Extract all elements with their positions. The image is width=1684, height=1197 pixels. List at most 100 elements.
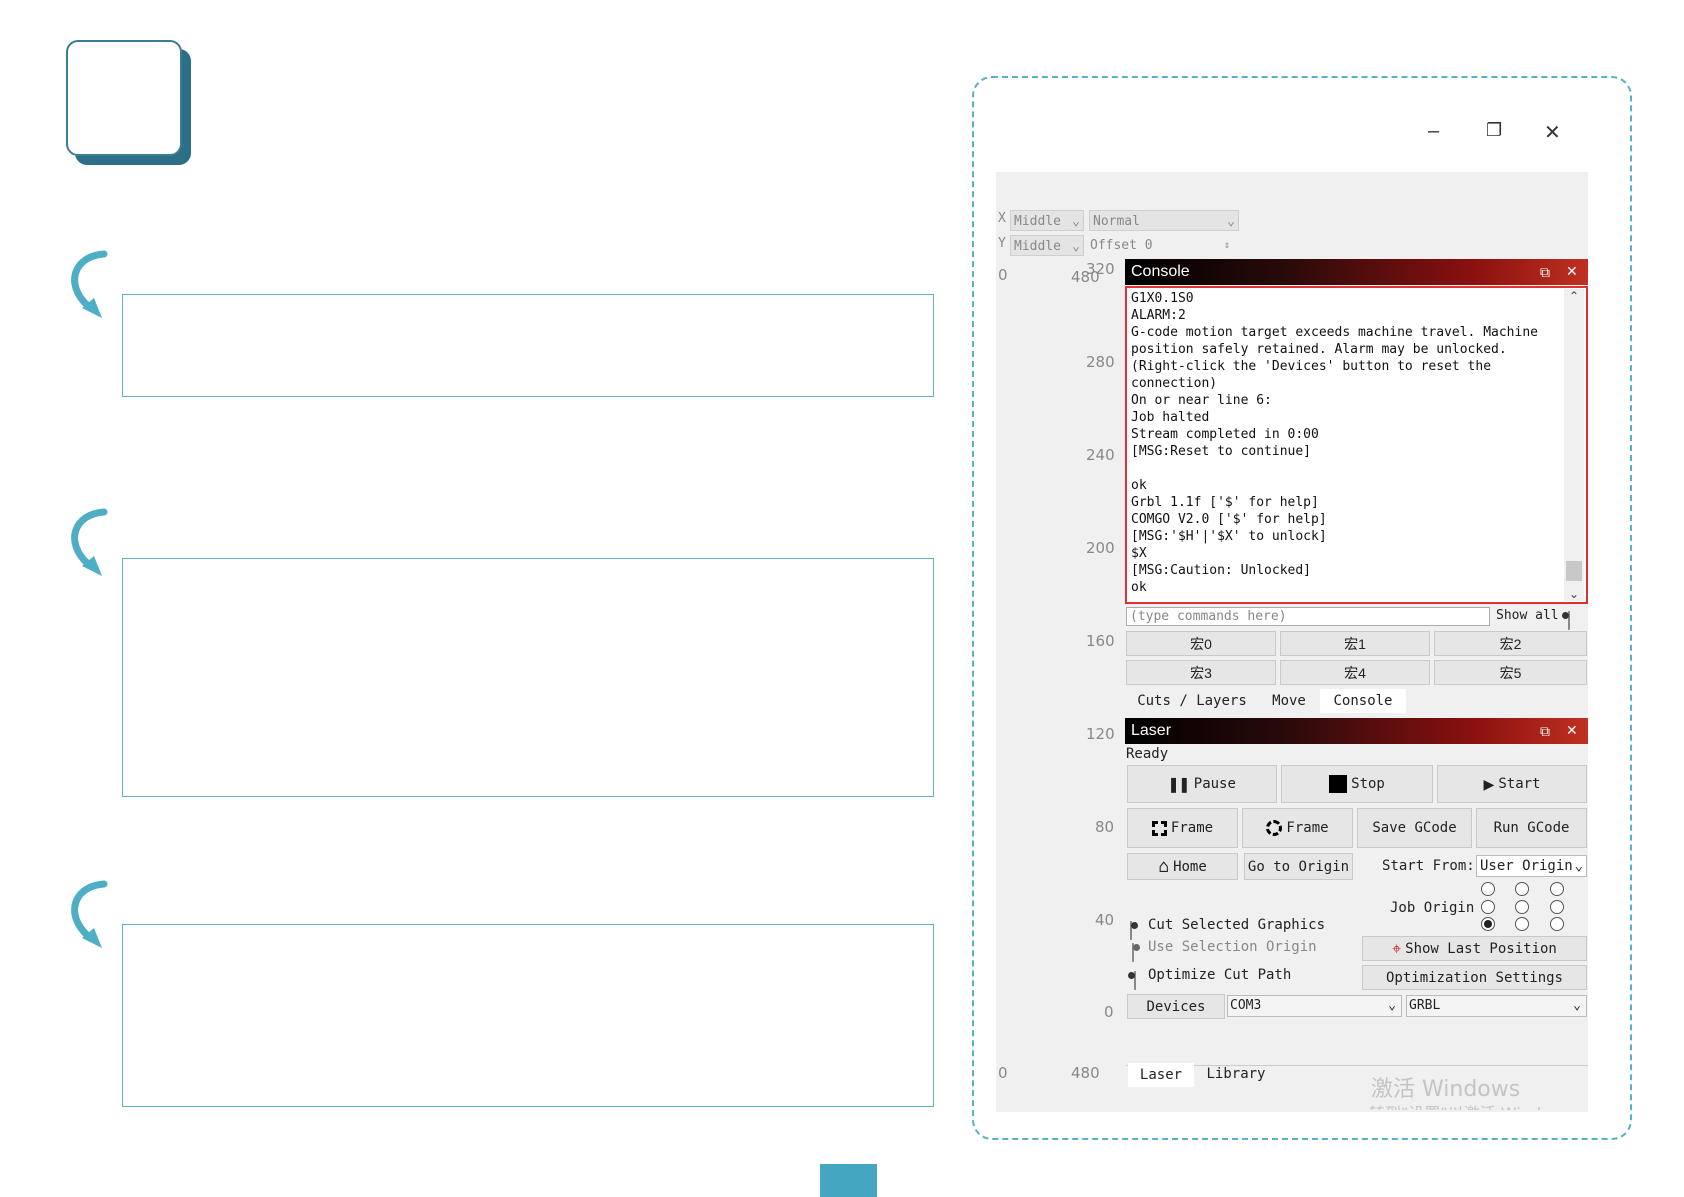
- pause-button[interactable]: ❚❚ Pause: [1127, 765, 1277, 803]
- home-button[interactable]: ⌂ Home: [1127, 853, 1238, 880]
- job-origin-radio[interactable]: [1515, 882, 1529, 896]
- console-line: Stream completed in 0:00: [1131, 427, 1319, 442]
- stop-label: Stop: [1351, 776, 1385, 792]
- y-axis-label: Y: [998, 236, 1006, 251]
- ruler-label: 80: [1095, 818, 1115, 836]
- console-line: Grbl 1.1f ['$' for help]: [1131, 495, 1319, 510]
- run-gcode-button[interactable]: Run GCode: [1476, 808, 1587, 848]
- console-line: (Right-click the 'Devices' button to res…: [1131, 359, 1492, 374]
- minimize-icon[interactable]: –: [1428, 120, 1439, 143]
- console-line: $X: [1131, 546, 1147, 561]
- use-selection-origin-toggle[interactable]: [1132, 943, 1134, 962]
- offset-value: Offset 0: [1090, 238, 1153, 253]
- offset-spinbox[interactable]: Offset 0 ⇕: [1089, 235, 1240, 256]
- console-scrollbar[interactable]: ⌃ ⌄: [1564, 289, 1584, 601]
- console-line: ok: [1131, 580, 1147, 595]
- mode-select[interactable]: Normal ⌄: [1089, 210, 1239, 231]
- tab-console[interactable]: Console: [1320, 689, 1406, 713]
- laser-title-text: Laser: [1131, 722, 1172, 739]
- optimize-cut-path-label: Optimize Cut Path: [1148, 967, 1292, 983]
- job-origin-radio[interactable]: [1481, 882, 1495, 896]
- show-all-toggle[interactable]: [1568, 611, 1570, 630]
- frame-circle-icon: [1266, 820, 1283, 836]
- console-line: COMGO V2.0 ['$' for help]: [1131, 512, 1327, 527]
- laser-panel-title: Laser: [1125, 718, 1588, 744]
- curved-arrow-icon: [71, 880, 108, 948]
- optimization-settings-button[interactable]: Optimization Settings: [1362, 965, 1587, 990]
- job-origin-radio[interactable]: [1481, 900, 1495, 914]
- macro-1-button[interactable]: 宏1: [1280, 631, 1430, 656]
- float-panel-icon[interactable]: ⧉: [1540, 723, 1550, 740]
- show-last-position-button[interactable]: ⌖ Show Last Position: [1362, 936, 1587, 961]
- job-origin-radio-selected[interactable]: [1481, 917, 1495, 931]
- laser-status: Ready: [1126, 746, 1169, 762]
- start-button[interactable]: ▶ Start: [1437, 765, 1587, 803]
- port-value: COM3: [1230, 998, 1262, 1013]
- console-line: G-code motion target exceeds machine tra…: [1131, 325, 1538, 340]
- y-align-select[interactable]: Middle ⌄: [1010, 235, 1084, 256]
- mode-value: Normal: [1093, 214, 1140, 229]
- console-output[interactable]: G1X0.1S0 ALARM:2 G-code motion target exce…: [1125, 286, 1588, 604]
- show-all-label: Show all: [1496, 608, 1559, 623]
- ruler-label: 40: [1095, 911, 1115, 929]
- x-align-select[interactable]: Middle ⌄: [1010, 210, 1084, 231]
- x-axis-label: X: [998, 211, 1006, 226]
- macro-3-button[interactable]: 宏3: [1126, 660, 1276, 685]
- console-line: [MSG:Caution: Unlocked]: [1131, 563, 1312, 578]
- chevron-down-icon: ⌄: [1573, 998, 1581, 1013]
- ruler-label: 0: [1104, 1003, 1114, 1021]
- close-panel-icon[interactable]: ✕: [1566, 263, 1578, 280]
- frame-rubberband-label: Frame: [1286, 820, 1329, 836]
- tab-library[interactable]: Library: [1198, 1062, 1274, 1086]
- close-icon[interactable]: ✕: [1544, 120, 1561, 145]
- controller-select[interactable]: GRBL ⌄: [1406, 995, 1587, 1017]
- scroll-down-icon[interactable]: ⌄: [1564, 587, 1584, 601]
- frame-rubberband-button[interactable]: Frame: [1242, 808, 1353, 848]
- tab-cuts-layers[interactable]: Cuts / Layers: [1128, 690, 1256, 712]
- macro-5-button[interactable]: 宏5: [1434, 660, 1587, 685]
- tab-move[interactable]: Move: [1260, 690, 1318, 712]
- chevron-down-icon: ⌄: [1227, 214, 1235, 229]
- controller-value: GRBL: [1409, 998, 1441, 1013]
- scroll-thumb[interactable]: [1566, 561, 1582, 581]
- cut-selected-label: Cut Selected Graphics: [1148, 917, 1326, 933]
- macro-2-button[interactable]: 宏2: [1434, 631, 1587, 656]
- console-line: [MSG:Reset to continue]: [1131, 444, 1312, 459]
- step-2-text-frame: [122, 558, 934, 797]
- port-select[interactable]: COM3 ⌄: [1227, 995, 1402, 1017]
- console-lines: G1X0.1S0 ALARM:2 G-code motion target exce…: [1131, 290, 1582, 596]
- frame-rect-button[interactable]: Frame: [1127, 808, 1238, 848]
- page-number-tab: [820, 1164, 877, 1197]
- macro-4-button[interactable]: 宏4: [1280, 660, 1430, 685]
- job-origin-radio[interactable]: [1550, 900, 1564, 914]
- stop-button[interactable]: Stop: [1281, 765, 1433, 803]
- job-origin-radio[interactable]: [1515, 917, 1529, 931]
- spin-arrows-icon[interactable]: ⇕: [1224, 235, 1230, 256]
- start-from-select[interactable]: User Origin ⌄: [1476, 855, 1587, 877]
- float-panel-icon[interactable]: ⧉: [1540, 264, 1550, 281]
- ruler-label: 280: [1086, 353, 1115, 371]
- start-label: Start: [1498, 776, 1541, 792]
- console-line: ALARM:2: [1131, 308, 1186, 323]
- job-origin-radio[interactable]: [1550, 882, 1564, 896]
- job-origin-radio[interactable]: [1515, 900, 1529, 914]
- save-gcode-button[interactable]: Save GCode: [1357, 808, 1472, 848]
- console-line: On or near line 6:: [1131, 393, 1272, 408]
- tab-laser[interactable]: Laser: [1128, 1063, 1194, 1087]
- scroll-up-icon[interactable]: ⌃: [1564, 289, 1584, 303]
- macro-0-button[interactable]: 宏0: [1126, 631, 1276, 656]
- go-to-origin-button[interactable]: Go to Origin: [1244, 853, 1353, 880]
- pause-icon: ❚❚: [1168, 773, 1190, 795]
- x-align-value: Middle: [1014, 214, 1061, 229]
- cut-selected-toggle[interactable]: [1130, 921, 1132, 940]
- crosshair-icon: ⌖: [1392, 938, 1402, 958]
- devices-button[interactable]: Devices: [1127, 994, 1225, 1019]
- job-origin-radio[interactable]: [1550, 917, 1564, 931]
- close-panel-icon[interactable]: ✕: [1566, 722, 1578, 739]
- optimize-cut-path-toggle[interactable]: [1134, 971, 1136, 990]
- windows-activation-watermark: 激活 Windows: [1371, 1077, 1521, 1102]
- job-origin-grid: [1481, 882, 1589, 934]
- command-input[interactable]: (type commands here): [1126, 607, 1490, 626]
- restore-icon[interactable]: ❐: [1486, 120, 1502, 141]
- stop-icon: [1329, 775, 1348, 793]
